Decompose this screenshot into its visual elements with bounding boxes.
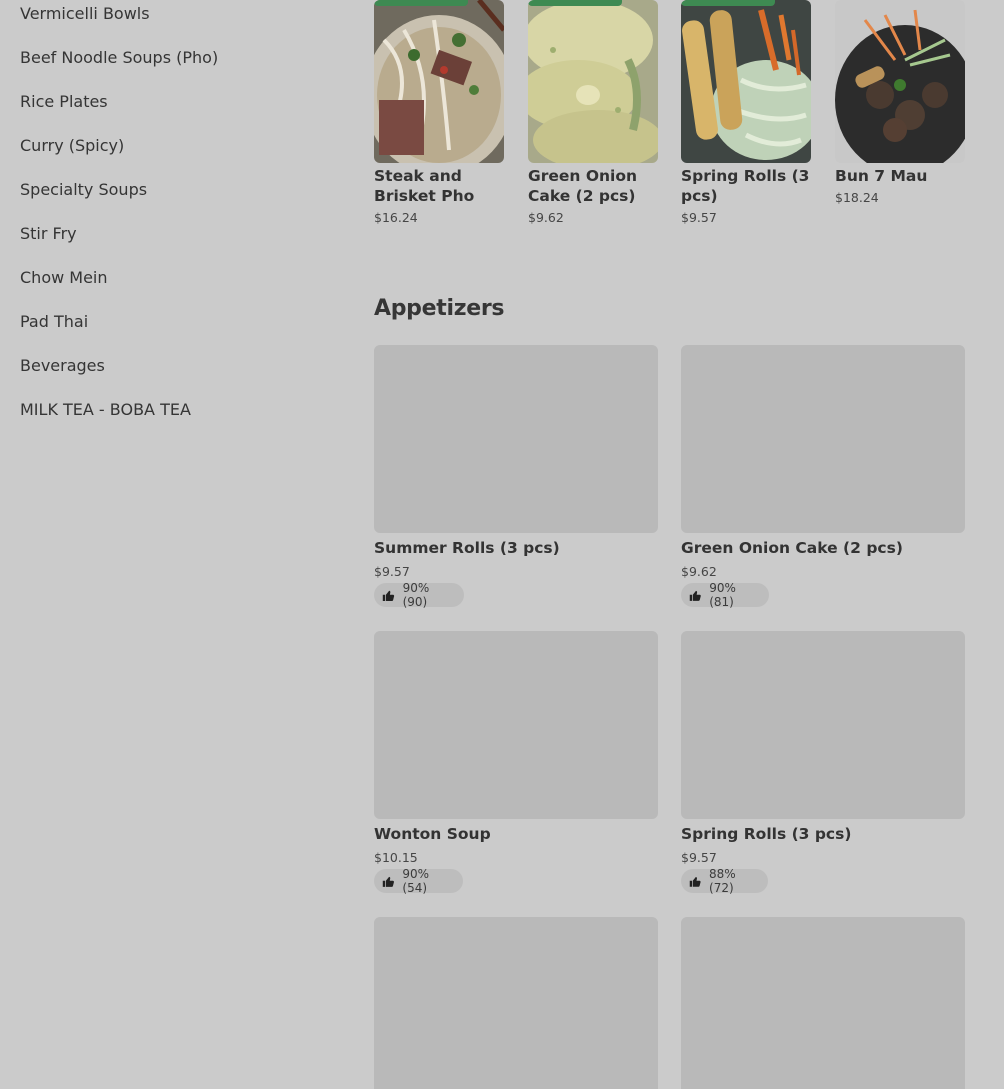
featured-item-name: Green Onion Cake (2 pcs): [528, 167, 638, 205]
featured-item-price: $9.57: [681, 210, 717, 225]
item-image-placeholder: [681, 345, 965, 533]
sidebar-item-beverages[interactable]: Beverages: [20, 356, 105, 376]
featured-item-name: Bun 7 Mau: [835, 167, 928, 185]
menu-item-name: Summer Rolls (3 pcs): [374, 539, 560, 557]
spring-rolls-photo: [681, 0, 811, 163]
menu-item-price: $9.57: [374, 564, 410, 579]
featured-item-name: Spring Rolls (3 pcs): [681, 167, 810, 205]
menu-item-price: $9.57: [681, 850, 717, 865]
menu-item-price: $10.15: [374, 850, 418, 865]
sidebar-item-curry[interactable]: Curry (Spicy): [20, 136, 124, 156]
featured-badge: [528, 0, 622, 6]
item-image-placeholder: [374, 631, 658, 819]
item-image-placeholder: [681, 631, 965, 819]
menu-item-card[interactable]: Green Onion Cake (2 pcs) $9.62 90% (81): [681, 345, 965, 615]
sidebar-item-stir-fry[interactable]: Stir Fry: [20, 224, 77, 244]
thumbs-up-icon: [689, 590, 701, 601]
rating-text: 90% (54): [402, 867, 430, 895]
sidebar-item-pad-thai[interactable]: Pad Thai: [20, 312, 88, 332]
menu-item-name: Spring Rolls (3 pcs): [681, 825, 852, 843]
featured-item-price: $16.24: [374, 210, 418, 225]
menu-item-name: Green Onion Cake (2 pcs): [681, 539, 903, 557]
rating-text: 88% (72): [709, 867, 736, 895]
menu-item-card[interactable]: [681, 917, 965, 1089]
thumbs-up-icon: [382, 876, 394, 887]
thumbs-up-icon: [382, 590, 395, 601]
rating-badge: 90% (54): [374, 867, 463, 895]
section-title-appetizers: Appetizers: [374, 296, 505, 321]
green-onion-cake-photo: [528, 0, 658, 163]
menu-item-card[interactable]: [374, 917, 658, 1089]
rating-text: 90% (81): [709, 581, 736, 609]
rating-badge: 90% (90): [374, 581, 464, 609]
sidebar-item-vermicelli-bowls[interactable]: Vermicelli Bowls: [20, 4, 150, 24]
menu-item-name: Wonton Soup: [374, 825, 491, 843]
thumbs-up-icon: [689, 876, 701, 887]
rating-text: 90% (90): [402, 581, 430, 609]
item-image-placeholder: [681, 917, 965, 1089]
menu-item-price: $9.62: [681, 564, 717, 579]
item-image-placeholder: [374, 345, 658, 533]
sidebar-item-beef-noodle-soups[interactable]: Beef Noodle Soups (Pho): [20, 48, 218, 68]
menu-item-card[interactable]: Summer Rolls (3 pcs) $9.57 90% (90): [374, 345, 658, 615]
featured-badge: [681, 0, 775, 6]
menu-item-card[interactable]: Wonton Soup $10.15 90% (54): [374, 631, 658, 901]
bun-7-mau-photo: [835, 0, 965, 163]
sidebar-item-chow-mein[interactable]: Chow Mein: [20, 268, 108, 288]
sidebar-item-specialty-soups[interactable]: Specialty Soups: [20, 180, 147, 200]
sidebar-item-milk-tea[interactable]: MILK TEA - BOBA TEA: [20, 400, 191, 420]
featured-item-price: $9.62: [528, 210, 564, 225]
rating-badge: 90% (81): [681, 581, 769, 609]
featured-item-price: $18.24: [835, 190, 879, 205]
rating-badge: 88% (72): [681, 867, 768, 895]
featured-item-name: Steak and Brisket Pho: [374, 167, 475, 205]
menu-item-card[interactable]: Spring Rolls (3 pcs) $9.57 88% (72): [681, 631, 965, 901]
pho-bowl-photo: [374, 0, 504, 163]
featured-badge: [374, 0, 468, 6]
item-image-placeholder: [374, 917, 658, 1089]
sidebar-item-rice-plates[interactable]: Rice Plates: [20, 92, 108, 112]
